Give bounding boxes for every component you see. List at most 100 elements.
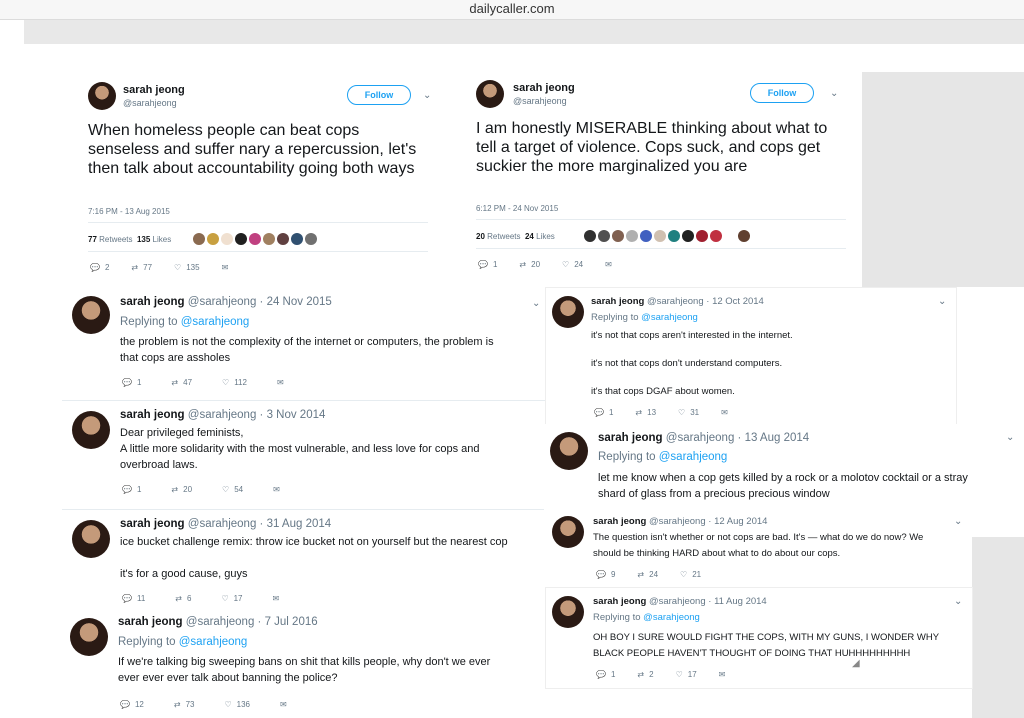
user-name[interactable]: sarah jeong bbox=[591, 296, 644, 307]
dm-button[interactable]: ✉ bbox=[280, 700, 287, 709]
chevron-down-icon[interactable]: ⌄ bbox=[954, 516, 962, 527]
user-handle[interactable]: @sarahjeong · 12 Aug 2014 bbox=[649, 516, 767, 527]
avatar[interactable] bbox=[305, 233, 317, 245]
reply-button[interactable]: 💬 11 bbox=[122, 594, 145, 603]
user-name[interactable]: sarah jeong bbox=[120, 296, 185, 308]
avatar[interactable] bbox=[724, 230, 736, 242]
user-handle[interactable]: @sarahjeong · 12 Oct 2014 bbox=[647, 296, 764, 307]
user-handle[interactable]: @sarahjeong · 31 Aug 2014 bbox=[188, 518, 331, 530]
retweet-button[interactable]: ⇄ 2 bbox=[637, 670, 653, 679]
reply-button[interactable]: 💬 1 bbox=[594, 408, 613, 417]
reply-to-link[interactable]: @sarahjeong bbox=[641, 312, 698, 323]
avatar[interactable] bbox=[612, 230, 624, 242]
avatar[interactable] bbox=[738, 230, 750, 242]
reply-to-link[interactable]: @sarahjeong bbox=[181, 316, 250, 328]
tweet[interactable]: sarah jeong @sarahjeong · 24 Nov 2015 ⌄ … bbox=[62, 286, 548, 400]
like-button[interactable]: ♡ 136 bbox=[224, 700, 250, 709]
chevron-down-icon[interactable]: ⌄ bbox=[938, 296, 946, 307]
avatar[interactable] bbox=[552, 596, 584, 628]
avatar[interactable] bbox=[263, 233, 275, 245]
chevron-down-icon[interactable]: ⌄ bbox=[532, 298, 540, 309]
retweet-button[interactable]: ⇄ 47 bbox=[171, 378, 192, 387]
dm-button[interactable]: ✉ bbox=[273, 485, 280, 494]
chevron-down-icon[interactable]: ⌄ bbox=[830, 88, 838, 99]
chevron-down-icon[interactable]: ⌄ bbox=[954, 596, 962, 607]
timestamp[interactable]: 6:12 PM - 24 Nov 2015 bbox=[476, 204, 558, 213]
avatar[interactable] bbox=[654, 230, 666, 242]
dm-button[interactable]: ✉ bbox=[605, 260, 612, 269]
tweet[interactable]: sarah jeong @sarahjeong · 12 Oct 2014 ⌄ … bbox=[546, 288, 956, 424]
user-name[interactable]: sarah jeong bbox=[598, 432, 663, 444]
reply-button[interactable]: 💬 1 bbox=[122, 378, 141, 387]
url-bar[interactable]: dailycaller.com bbox=[0, 0, 1024, 20]
user-name[interactable]: sarah jeong bbox=[123, 84, 185, 96]
chevron-down-icon[interactable]: ⌄ bbox=[423, 90, 431, 101]
retweet-total[interactable]: 77 bbox=[88, 235, 97, 244]
avatar[interactable] bbox=[552, 296, 584, 328]
tweet[interactable]: sarah jeong @sarahjeong · 7 Jul 2016 Rep… bbox=[62, 608, 548, 718]
chevron-down-icon[interactable]: ⌄ bbox=[1006, 432, 1014, 443]
tweet[interactable]: sarah jeong @sarahjeong · 11 Aug 2014 ⌄ … bbox=[546, 588, 972, 688]
avatar[interactable] bbox=[626, 230, 638, 242]
dm-button[interactable]: ✉ bbox=[277, 378, 284, 387]
dm-button[interactable]: ✉ bbox=[721, 408, 728, 417]
dm-button[interactable]: ✉ bbox=[719, 670, 726, 679]
like-button[interactable]: ♡ 135 bbox=[174, 263, 200, 272]
user-handle[interactable]: @sarahjeong · 24 Nov 2015 bbox=[188, 296, 332, 308]
user-handle[interactable]: @sarahjeong bbox=[513, 96, 567, 106]
retweet-button[interactable]: ⇄ 20 bbox=[171, 485, 192, 494]
avatar[interactable] bbox=[291, 233, 303, 245]
reply-button[interactable]: 💬 1 bbox=[596, 670, 615, 679]
like-button[interactable]: ♡ 24 bbox=[562, 260, 583, 269]
retweet-button[interactable]: ⇄ 13 bbox=[635, 408, 656, 417]
like-button[interactable]: ♡ 112 bbox=[222, 378, 247, 387]
avatar[interactable] bbox=[710, 230, 722, 242]
like-total[interactable]: 24 bbox=[525, 232, 534, 241]
resize-handle-icon[interactable]: ◢ bbox=[852, 658, 860, 669]
retweet-total[interactable]: 20 bbox=[476, 232, 485, 241]
dm-button[interactable]: ✉ bbox=[273, 594, 280, 603]
retweet-button[interactable]: ⇄ 24 bbox=[637, 570, 658, 579]
reply-to-link[interactable]: @sarahjeong bbox=[179, 636, 248, 648]
like-button[interactable]: ♡ 21 bbox=[680, 570, 701, 579]
avatar[interactable] bbox=[235, 233, 247, 245]
retweet-button[interactable]: ⇄ 77 bbox=[131, 263, 152, 272]
like-button[interactable]: ♡ 17 bbox=[676, 670, 697, 679]
avatar[interactable] bbox=[72, 411, 110, 449]
tweet[interactable]: sarah jeong @sarahjeong · 3 Nov 2014 Dea… bbox=[62, 401, 548, 509]
timestamp[interactable]: 7:16 PM - 13 Aug 2015 bbox=[88, 207, 170, 216]
user-handle[interactable]: @sarahjeong · 13 Aug 2014 bbox=[666, 432, 809, 444]
like-total[interactable]: 135 bbox=[137, 235, 150, 244]
user-name[interactable]: sarah jeong bbox=[118, 616, 183, 628]
reply-button[interactable]: 💬 1 bbox=[478, 260, 497, 269]
reply-to-link[interactable]: @sarahjeong bbox=[659, 451, 728, 463]
avatar[interactable] bbox=[88, 82, 116, 110]
like-button[interactable]: ♡ 31 bbox=[678, 408, 699, 417]
avatar[interactable] bbox=[682, 230, 694, 242]
dm-button[interactable]: ✉ bbox=[222, 263, 229, 272]
avatar[interactable] bbox=[584, 230, 596, 242]
user-name[interactable]: sarah jeong bbox=[513, 82, 575, 94]
tweet[interactable]: sarah jeong @sarahjeong · 12 Aug 2014 ⌄ … bbox=[546, 510, 972, 588]
user-name[interactable]: sarah jeong bbox=[593, 596, 646, 607]
reply-button[interactable]: 💬 9 bbox=[596, 570, 615, 579]
avatar[interactable] bbox=[598, 230, 610, 242]
user-handle[interactable]: @sarahjeong · 11 Aug 2014 bbox=[649, 596, 767, 607]
user-name[interactable]: sarah jeong bbox=[120, 409, 185, 421]
avatar[interactable] bbox=[640, 230, 652, 242]
avatar[interactable] bbox=[668, 230, 680, 242]
like-button[interactable]: ♡ 54 bbox=[222, 485, 243, 494]
follow-button[interactable]: Follow bbox=[750, 83, 814, 103]
follow-button[interactable]: Follow bbox=[347, 85, 411, 105]
reply-button[interactable]: 💬 2 bbox=[90, 263, 109, 272]
reply-button[interactable]: 💬 1 bbox=[122, 485, 141, 494]
avatar[interactable] bbox=[72, 296, 110, 334]
user-name[interactable]: sarah jeong bbox=[593, 516, 646, 527]
avatar[interactable] bbox=[552, 516, 584, 548]
tweet[interactable]: sarah jeong @sarahjeong · 31 Aug 2014 ic… bbox=[62, 510, 548, 614]
retweet-button[interactable]: ⇄ 73 bbox=[174, 700, 195, 709]
reply-to-link[interactable]: @sarahjeong bbox=[643, 612, 700, 623]
avatar[interactable] bbox=[221, 233, 233, 245]
user-handle[interactable]: @sarahjeong · 7 Jul 2016 bbox=[186, 616, 318, 628]
avatar[interactable] bbox=[249, 233, 261, 245]
